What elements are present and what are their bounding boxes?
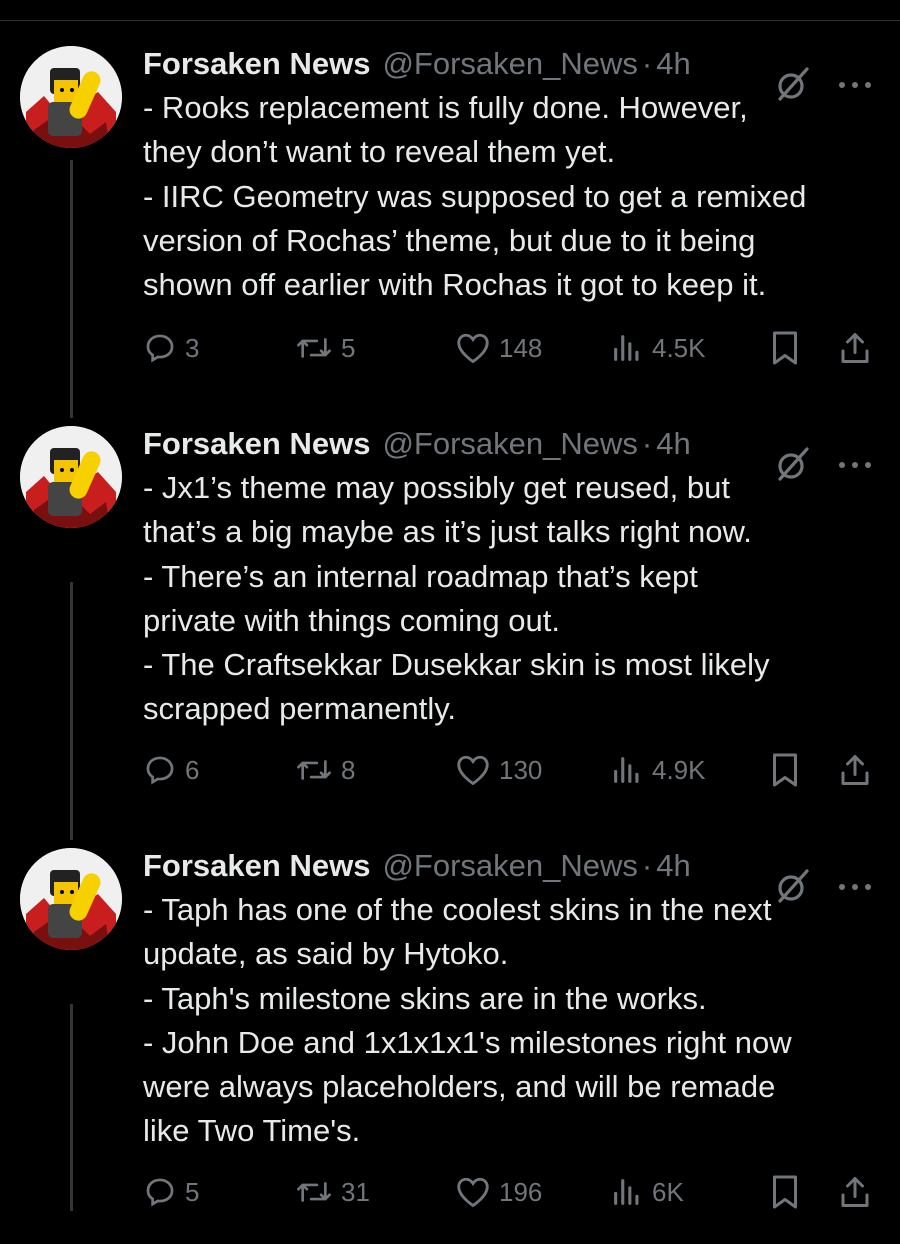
- like-count: 196: [499, 1176, 543, 1207]
- action-bar: 3 5 148 4.5K: [143, 328, 878, 368]
- reply-button[interactable]: 3: [143, 328, 199, 368]
- tweet-line: - There’s an internal roadmap that’s kep…: [143, 558, 698, 594]
- timestamp[interactable]: 4h: [656, 426, 690, 462]
- author-handle[interactable]: @Forsaken_News: [382, 848, 637, 884]
- like-count: 130: [499, 754, 543, 785]
- repost-button[interactable]: 8: [295, 750, 355, 790]
- author-handle[interactable]: @Forsaken_News: [382, 46, 637, 82]
- grok-icon[interactable]: [775, 446, 811, 482]
- reply-button[interactable]: 6: [143, 750, 199, 790]
- author-handle[interactable]: @Forsaken_News: [382, 426, 637, 462]
- tweet-line: private with things coming out.: [143, 602, 560, 638]
- action-bar: 6 8 130 4.9K: [143, 750, 878, 790]
- author-name[interactable]: Forsaken News: [143, 46, 370, 82]
- tweet-line: - Taph's milestone skins are in the work…: [143, 980, 707, 1016]
- timestamp[interactable]: 4h: [656, 46, 690, 82]
- repost-icon: [297, 1182, 331, 1202]
- tweet[interactable]: Forsaken News @Forsaken_News · 4h - Rook…: [0, 20, 900, 442]
- author-name[interactable]: Forsaken News: [143, 426, 370, 462]
- bookmark-icon: [773, 331, 797, 365]
- repost-count: 8: [341, 754, 356, 785]
- bookmark-icon: [773, 753, 797, 787]
- separator-dot: ·: [641, 46, 653, 81]
- views-button[interactable]: 6K: [610, 1172, 684, 1212]
- share-icon: [841, 755, 869, 785]
- reply-icon: [146, 756, 174, 785]
- views-count: 4.9K: [652, 754, 706, 785]
- tweet-text: - Taph has one of the coolest skins in t…: [143, 888, 878, 1154]
- tweet-line: that’s a big maybe as it’s just talks ri…: [143, 514, 752, 550]
- tweet-line: - John Doe and 1x1x1x1's milestones righ…: [143, 1024, 792, 1060]
- views-button[interactable]: 4.9K: [610, 750, 706, 790]
- views-count: 6K: [652, 1176, 684, 1207]
- repost-count: 5: [341, 332, 356, 363]
- views-button[interactable]: 4.5K: [610, 328, 706, 368]
- tweet[interactable]: Forsaken News @Forsaken_News · 4h - Taph…: [0, 822, 900, 1244]
- like-icon: [457, 1177, 489, 1208]
- timestamp[interactable]: 4h: [656, 848, 690, 884]
- tweet-text: - Jx1’s theme may possibly get reused, b…: [143, 466, 878, 732]
- like-button[interactable]: 196: [455, 1172, 542, 1212]
- separator-dot: ·: [641, 426, 653, 461]
- like-button[interactable]: 130: [455, 750, 542, 790]
- repost-icon: [297, 338, 331, 358]
- repost-button[interactable]: 31: [295, 1172, 370, 1212]
- tweet-line: shown off earlier with Rochas it got to …: [143, 267, 767, 303]
- like-icon: [457, 755, 489, 786]
- share-icon: [841, 333, 869, 363]
- tweet-line: scrapped permanently.: [143, 691, 457, 727]
- repost-button[interactable]: 5: [295, 328, 355, 368]
- bookmark-icon: [773, 1175, 797, 1209]
- tweet-line: - Jx1’s theme may possibly get reused, b…: [143, 470, 730, 505]
- tweet-line: - Taph has one of the coolest skins in t…: [143, 892, 772, 927]
- author-name[interactable]: Forsaken News: [143, 848, 370, 884]
- views-count: 4.5K: [652, 332, 706, 363]
- tweet-line: - The Craftsekkar Dusekkar skin is most …: [143, 647, 770, 683]
- like-button[interactable]: 148: [455, 328, 542, 368]
- avatar[interactable]: [20, 426, 122, 528]
- repost-icon: [297, 760, 331, 780]
- tweet-line: were always placeholders, and will be re…: [143, 1069, 776, 1105]
- tweet-line: version of Rochas’ theme, but due to it …: [143, 222, 756, 258]
- tweet-line: - Rooks replacement is fully done. Howev…: [143, 90, 748, 125]
- tweet[interactable]: Forsaken News @Forsaken_News · 4h - Jx1’…: [0, 400, 900, 822]
- share-icon: [841, 1177, 869, 1207]
- reply-count: 6: [185, 754, 200, 785]
- action-bar: 5 31 196 6K: [143, 1172, 878, 1212]
- views-icon: [614, 335, 639, 361]
- reply-icon: [146, 1178, 174, 1207]
- bookmark-button[interactable]: [769, 1172, 801, 1212]
- grok-icon[interactable]: [775, 868, 811, 904]
- share-button[interactable]: [838, 750, 872, 790]
- avatar[interactable]: [20, 46, 122, 148]
- tweet-line: like Two Time's.: [143, 1113, 361, 1149]
- tweet-line: - IIRC Geometry was supposed to get a re…: [143, 178, 807, 214]
- like-count: 148: [499, 332, 543, 363]
- reply-icon: [146, 334, 174, 363]
- more-icon[interactable]: [835, 78, 875, 92]
- share-button[interactable]: [838, 1172, 872, 1212]
- like-icon: [457, 333, 489, 364]
- top-divider: [0, 0, 900, 21]
- bookmark-button[interactable]: [769, 750, 801, 790]
- tweet-line: they don’t want to reveal them yet.: [143, 134, 616, 170]
- reply-count: 3: [185, 332, 200, 363]
- views-icon: [614, 757, 639, 783]
- more-icon[interactable]: [835, 458, 875, 472]
- grok-icon[interactable]: [775, 66, 811, 102]
- bookmark-button[interactable]: [769, 328, 801, 368]
- separator-dot: ·: [641, 848, 653, 883]
- more-icon[interactable]: [835, 880, 875, 894]
- tweet-line: update, as said by Hytoko.: [143, 936, 509, 972]
- avatar[interactable]: [20, 848, 122, 950]
- share-button[interactable]: [838, 328, 872, 368]
- views-icon: [614, 1179, 639, 1205]
- reply-count: 5: [185, 1176, 200, 1207]
- reply-button[interactable]: 5: [143, 1172, 199, 1212]
- tweet-text: - Rooks replacement is fully done. Howev…: [143, 86, 878, 307]
- repost-count: 31: [341, 1176, 370, 1207]
